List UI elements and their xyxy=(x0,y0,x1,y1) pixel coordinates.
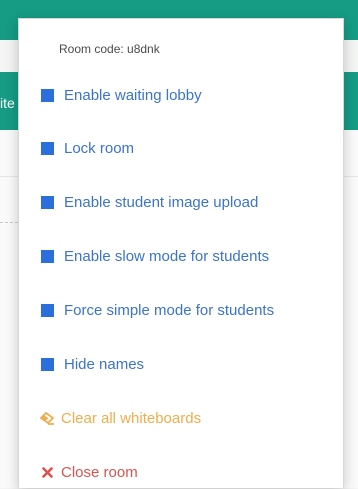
clear-all-whiteboards-option[interactable]: Clear all whiteboards xyxy=(19,401,343,435)
option-label: Enable student image upload xyxy=(64,193,259,211)
checkbox-icon[interactable] xyxy=(41,88,54,102)
option-label: Close room xyxy=(61,463,138,481)
option-label: Hide names xyxy=(64,355,145,373)
close-room-option[interactable]: Close room xyxy=(19,455,343,489)
option-label: Lock room xyxy=(64,139,135,157)
checkbox-icon[interactable] xyxy=(41,357,54,371)
toolbar-text-fragment: ite xyxy=(0,95,15,111)
option-label: Force simple mode for students xyxy=(64,301,275,319)
option-label: Enable slow mode for students xyxy=(64,247,270,265)
lock-room-option[interactable]: Lock room xyxy=(19,131,343,165)
option-label: Enable waiting lobby xyxy=(64,86,202,104)
enable-slow-mode-option[interactable]: Enable slow mode for students xyxy=(19,239,343,273)
close-icon xyxy=(39,466,55,478)
force-simple-mode-option[interactable]: Force simple mode for students xyxy=(19,293,343,327)
checkbox-icon[interactable] xyxy=(41,303,54,317)
dashed-divider xyxy=(0,222,18,223)
eraser-icon xyxy=(39,411,55,425)
option-label: Clear all whiteboards xyxy=(61,409,202,427)
enable-waiting-lobby-option[interactable]: Enable waiting lobby xyxy=(19,78,343,112)
checkbox-icon[interactable] xyxy=(41,195,54,209)
hide-names-option[interactable]: Hide names xyxy=(19,347,343,381)
checkbox-icon[interactable] xyxy=(41,141,54,155)
room-settings-dropdown: Room code: u8dnk Enable waiting lobby Lo… xyxy=(18,18,344,488)
enable-student-image-upload-option[interactable]: Enable student image upload xyxy=(19,185,343,219)
room-code-label: Room code: u8dnk xyxy=(59,42,160,56)
checkbox-icon[interactable] xyxy=(41,249,54,263)
